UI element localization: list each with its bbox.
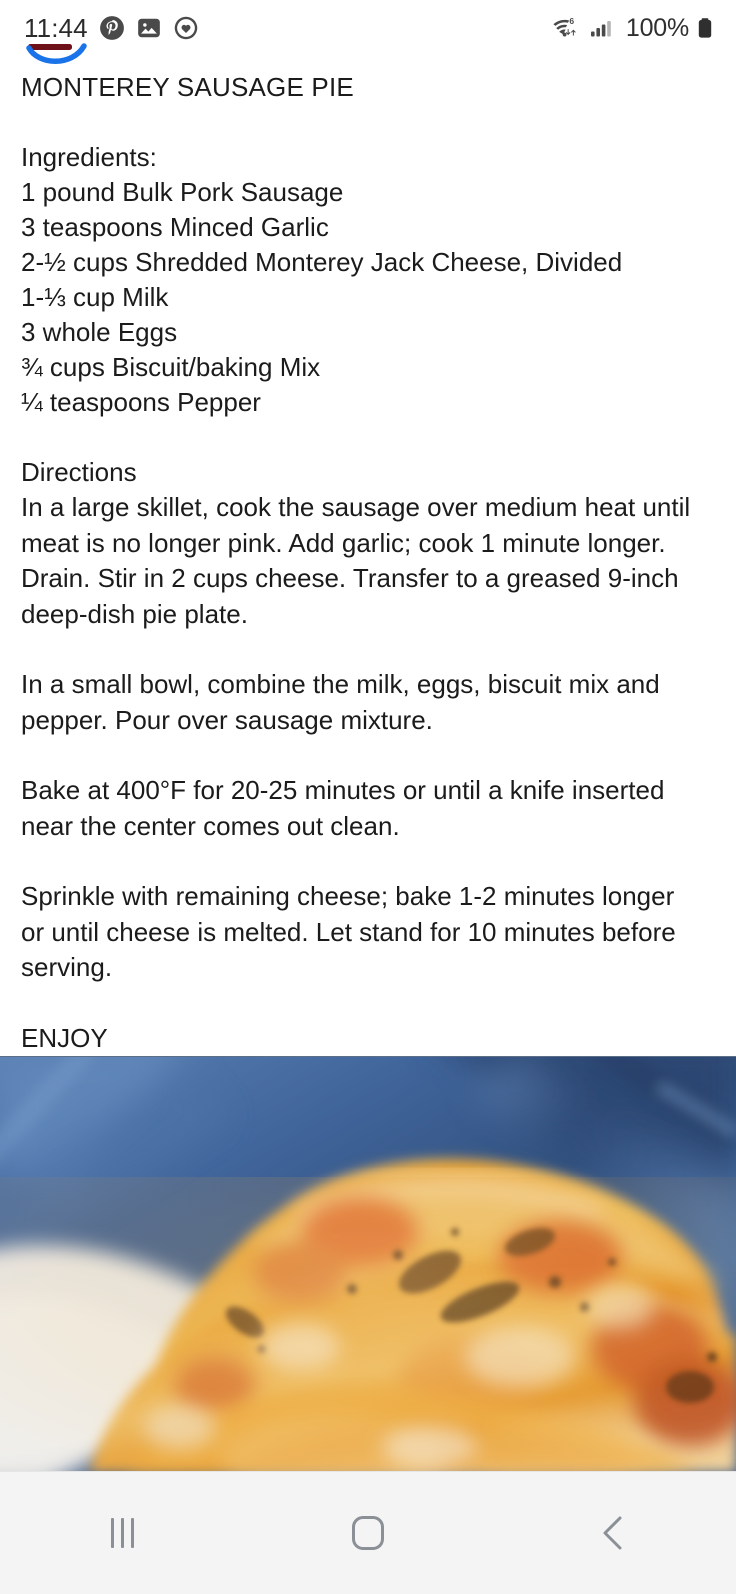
status-bar-clock: 11:44 <box>24 13 88 43</box>
back-button[interactable] <box>491 1472 736 1594</box>
system-navigation-bar <box>0 1470 736 1594</box>
cellular-signal-icon <box>589 15 615 41</box>
monterey-sausage-pie-photo <box>0 1055 736 1471</box>
list-item: ¼ teaspoons Pepper <box>21 387 261 417</box>
recipe-content: MONTEREY SAUSAGE PIE Ingredients: 1 poun… <box>0 56 736 1056</box>
status-bar-left: 11:44 <box>24 13 199 64</box>
recents-icon <box>111 1517 135 1548</box>
back-chevron-icon <box>598 1513 628 1553</box>
ingredients-list: 1 pound Bulk Pork Sausage 3 teaspoons Mi… <box>21 175 716 420</box>
phone-screen: 11:44 6 100% MONTEREY SAUSAGE PIE Ingred… <box>0 0 736 1594</box>
directions-heading: Directions <box>21 457 137 487</box>
list-item: ¾ cups Biscuit/baking Mix <box>21 352 321 382</box>
status-bar-right: 6 100% <box>552 15 714 41</box>
direction-paragraph: Bake at 400°F for 20-25 minutes or until… <box>21 775 665 841</box>
direction-paragraph: In a large skillet, cook the sausage ove… <box>21 492 691 629</box>
closing-text: ENJOY <box>21 1022 108 1053</box>
direction-paragraph: Sprinkle with remaining cheese; bake 1-2… <box>21 881 676 982</box>
battery-icon <box>696 15 714 41</box>
wifi-6-icon: 6 <box>552 15 582 41</box>
ingredients-heading: Ingredients: <box>21 142 157 172</box>
list-item: 1-⅓ cup Milk <box>21 282 169 312</box>
home-icon <box>351 1515 384 1550</box>
list-item: 3 whole Eggs <box>21 317 178 347</box>
gallery-photo-icon <box>136 15 162 41</box>
photo-canvas <box>0 1056 736 1471</box>
directions-list: In a large skillet, cook the sausage ove… <box>21 490 716 986</box>
list-item: 2-½ cups Shredded Monterey Jack Cheese, … <box>21 247 623 277</box>
list-item: 3 teaspoons Minced Garlic <box>21 212 329 242</box>
home-button[interactable] <box>245 1472 490 1594</box>
list-item: 1 pound Bulk Pork Sausage <box>21 177 344 207</box>
svg-text:6: 6 <box>569 16 574 26</box>
pinterest-icon <box>99 15 125 41</box>
direction-paragraph: In a small bowl, combine the milk, eggs,… <box>21 669 660 735</box>
battery-percent-label: 100% <box>625 13 689 42</box>
recents-button[interactable] <box>0 1472 245 1594</box>
status-bar: 11:44 6 100% <box>0 0 736 64</box>
samsung-health-heart-icon <box>173 15 199 41</box>
page-title: MONTEREY SAUSAGE PIE <box>21 72 354 102</box>
